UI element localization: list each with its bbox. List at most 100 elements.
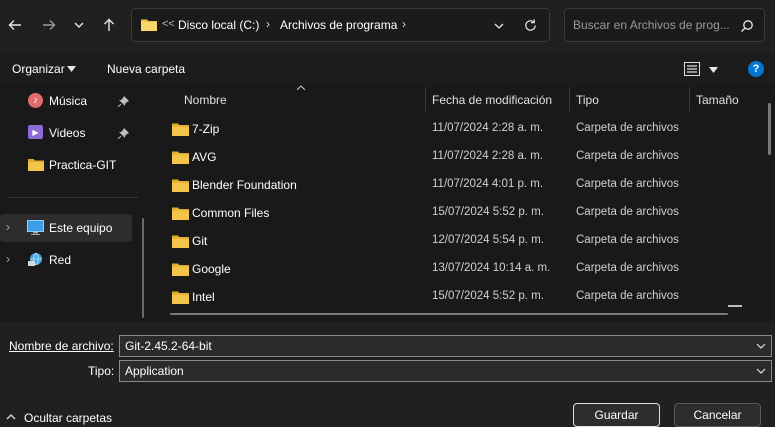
- file-name[interactable]: Git: [192, 234, 207, 248]
- file-name[interactable]: Intel: [192, 290, 215, 304]
- chevron-down-icon[interactable]: [756, 366, 766, 376]
- sidebar-item-this-pc[interactable]: › Este equipo: [0, 214, 132, 242]
- chevron-down-icon[interactable]: [756, 341, 766, 351]
- column-header-size[interactable]: Tamaño: [696, 89, 739, 111]
- save-button[interactable]: Guardar: [573, 403, 660, 427]
- arrow-up-icon: [104, 18, 114, 31]
- file-type: Carpeta de archivos: [576, 234, 679, 246]
- filename-input[interactable]: Git-2.45.2-64-bit: [119, 335, 772, 357]
- file-list-vertical-scrollbar[interactable]: [768, 103, 771, 155]
- breadcrumb-program-files[interactable]: Archivos de programa: [280, 18, 397, 32]
- address-overflow[interactable]: <<: [162, 18, 175, 30]
- sidebar-item-label: Practica-GIT: [49, 158, 117, 172]
- column-divider[interactable]: [425, 87, 426, 111]
- computer-icon: [27, 220, 44, 235]
- help-icon[interactable]: ?: [748, 61, 764, 77]
- folder-icon: [141, 19, 157, 31]
- address-bar[interactable]: << Disco local (C:) › Archivos de progra…: [131, 8, 550, 42]
- file-type: Carpeta de archivos: [576, 262, 679, 274]
- table-row[interactable]: AVG 11/07/2024 2:28 a. m. Carpeta de arc…: [166, 143, 726, 171]
- filetype-select[interactable]: Application: [119, 360, 772, 382]
- column-divider[interactable]: [689, 87, 690, 111]
- chevron-right-icon[interactable]: ›: [6, 252, 10, 266]
- forward-button[interactable]: [36, 10, 62, 40]
- folder-icon: [28, 159, 44, 171]
- search-placeholder[interactable]: Buscar en Archivos de prog...: [573, 18, 738, 32]
- navigation-pane: ♪ Música ▶ Videos Practica-GIT › Este eq…: [0, 85, 152, 321]
- table-row[interactable]: Google 13/07/2024 10:14 a. m. Carpeta de…: [166, 255, 726, 283]
- column-header-date[interactable]: Fecha de modificación: [432, 89, 552, 111]
- search-icon[interactable]: [740, 19, 754, 33]
- column-divider[interactable]: [569, 87, 570, 111]
- sidebar-item-label: Este equipo: [49, 221, 113, 235]
- back-button[interactable]: [2, 10, 28, 40]
- up-button[interactable]: [96, 10, 122, 40]
- filename-value[interactable]: Git-2.45.2-64-bit: [125, 339, 212, 353]
- file-type: Carpeta de archivos: [576, 206, 679, 218]
- sidebar-item-videos[interactable]: ▶ Videos: [0, 119, 140, 147]
- sidebar-item-label: Videos: [49, 126, 86, 140]
- file-date: 15/07/2024 5:52 p. m.: [432, 206, 544, 218]
- breadcrumb-expand-icon[interactable]: ›: [402, 17, 406, 31]
- video-icon: ▶: [28, 125, 43, 139]
- breadcrumb-separator-icon: ›: [266, 17, 270, 31]
- file-name[interactable]: Google: [192, 262, 231, 276]
- chevron-down-icon[interactable]: [709, 67, 718, 73]
- search-box[interactable]: Buscar en Archivos de prog...: [564, 8, 765, 42]
- chevron-down-icon[interactable]: [67, 66, 76, 72]
- file-date: 15/07/2024 5:52 p. m.: [432, 290, 544, 302]
- pin-icon[interactable]: [118, 96, 129, 107]
- network-icon: [28, 252, 42, 266]
- sidebar-divider: [8, 197, 138, 198]
- command-bar: Organizar Nueva carpeta ?: [0, 53, 775, 85]
- new-folder-button[interactable]: Nueva carpeta: [107, 62, 185, 76]
- sidebar-item-network[interactable]: › Red: [0, 246, 140, 274]
- filetype-label: Tipo:: [88, 364, 115, 378]
- column-header-name[interactable]: Nombre: [184, 89, 227, 111]
- view-options-icon[interactable]: [684, 62, 700, 76]
- folder-icon: [172, 207, 189, 220]
- sidebar-item-music[interactable]: ♪ Música: [0, 87, 140, 115]
- chevron-down-icon: [74, 22, 84, 28]
- chevron-down-icon[interactable]: [493, 20, 505, 32]
- arrow-right-icon: [43, 20, 56, 30]
- cancel-button-label: Cancelar: [693, 408, 742, 422]
- breadcrumb-disk[interactable]: Disco local (C:): [178, 18, 259, 32]
- column-header-type[interactable]: Tipo: [576, 89, 599, 111]
- table-row[interactable]: Blender Foundation 11/07/2024 4:01 p. m.…: [166, 171, 726, 199]
- table-row[interactable]: 7-Zip 11/07/2024 2:28 a. m. Carpeta de a…: [166, 115, 726, 143]
- filetype-value[interactable]: Application: [125, 364, 184, 378]
- refresh-icon[interactable]: [523, 18, 538, 33]
- file-date: 11/07/2024 4:01 p. m.: [432, 178, 544, 190]
- file-type: Carpeta de archivos: [576, 150, 679, 162]
- file-date: 11/07/2024 2:28 a. m.: [432, 150, 544, 162]
- file-name[interactable]: 7-Zip: [192, 122, 219, 136]
- folder-icon: [172, 291, 189, 304]
- folder-icon: [172, 235, 189, 248]
- sidebar-item-label: Red: [49, 253, 72, 267]
- arrow-left-icon: [8, 20, 21, 30]
- table-row[interactable]: Common Files 15/07/2024 5:52 p. m. Carpe…: [166, 199, 726, 227]
- folder-icon: [172, 151, 189, 164]
- file-name[interactable]: Common Files: [192, 206, 269, 220]
- sort-ascending-icon: [297, 85, 305, 90]
- file-name[interactable]: AVG: [192, 150, 216, 164]
- cancel-button[interactable]: Cancelar: [674, 403, 761, 427]
- file-date: 12/07/2024 5:54 p. m.: [432, 234, 544, 246]
- table-row[interactable]: Intel 15/07/2024 5:52 p. m. Carpeta de a…: [166, 283, 726, 311]
- file-date: 13/07/2024 10:14 a. m.: [432, 262, 551, 274]
- chevron-right-icon[interactable]: ›: [6, 220, 10, 234]
- folder-icon: [172, 179, 189, 192]
- folder-icon: [172, 263, 189, 276]
- organize-button[interactable]: Organizar: [12, 62, 65, 76]
- table-row[interactable]: Git 12/07/2024 5:54 p. m. Carpeta de arc…: [166, 227, 726, 255]
- recent-locations-button[interactable]: [66, 10, 92, 40]
- file-name[interactable]: Blender Foundation: [192, 178, 297, 192]
- file-list-horizontal-scrollbar[interactable]: [170, 313, 728, 315]
- chevron-up-icon[interactable]: [6, 413, 16, 421]
- sidebar-scrollbar[interactable]: [142, 218, 144, 318]
- hide-folders-button[interactable]: Ocultar carpetas: [24, 411, 112, 425]
- pin-icon[interactable]: [118, 128, 129, 139]
- sidebar-item-practica-git[interactable]: Practica-GIT: [0, 151, 140, 179]
- sidebar-item-label: Música: [49, 94, 88, 108]
